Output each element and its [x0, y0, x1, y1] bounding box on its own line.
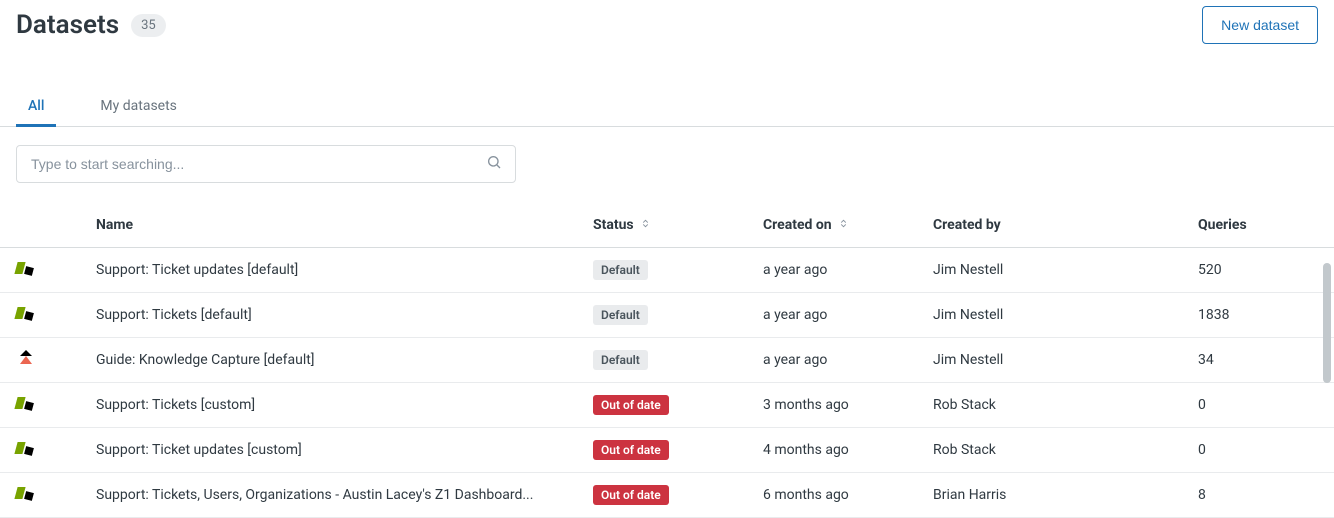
column-created-on-label: Created on — [763, 217, 832, 233]
table-header: Name Status Created on Created by Querie… — [0, 203, 1334, 248]
tab-all[interactable]: All — [16, 98, 56, 126]
created-on: a year ago — [763, 262, 933, 278]
table-row[interactable]: Support: Tickets [default]Default a year … — [0, 293, 1334, 338]
status-badge: Default — [593, 260, 648, 280]
new-dataset-button[interactable]: New dataset — [1202, 6, 1318, 44]
dataset-name: Guide: Knowledge Capture [default] — [96, 352, 593, 368]
column-name[interactable]: Name — [96, 217, 593, 233]
support-icon — [16, 483, 36, 503]
datasets-table: Name Status Created on Created by Querie… — [0, 203, 1334, 518]
table-row[interactable]: Support: Tickets, Users, Organizations -… — [0, 473, 1334, 518]
search-icon — [486, 154, 502, 174]
queries-count: 520 — [1198, 262, 1318, 278]
search-input[interactable] — [16, 145, 516, 183]
guide-icon — [16, 348, 36, 368]
support-icon — [16, 258, 36, 278]
dataset-name: Support: Ticket updates [custom] — [96, 442, 593, 458]
table-row[interactable]: Support: Ticket updates [custom]Out of d… — [0, 428, 1334, 473]
created-on: 3 months ago — [763, 397, 933, 413]
created-by: Jim Nestell — [933, 307, 1198, 323]
status-badge: Out of date — [593, 395, 669, 415]
created-on: a year ago — [763, 352, 933, 368]
status-badge: Default — [593, 350, 648, 370]
sort-icon — [640, 217, 651, 233]
dataset-name: Support: Tickets [custom] — [96, 397, 593, 413]
column-created-by[interactable]: Created by — [933, 217, 1198, 233]
queries-count: 0 — [1198, 442, 1318, 458]
queries-count: 0 — [1198, 397, 1318, 413]
status-badge: Out of date — [593, 440, 669, 460]
status-badge: Default — [593, 305, 648, 325]
column-created-on[interactable]: Created on — [763, 217, 933, 233]
queries-count: 34 — [1198, 352, 1318, 368]
column-status-label: Status — [593, 217, 634, 233]
column-status[interactable]: Status — [593, 217, 763, 233]
tabs: All My datasets — [0, 98, 1334, 127]
created-by: Jim Nestell — [933, 262, 1198, 278]
count-badge: 35 — [131, 14, 166, 37]
dataset-name: Support: Tickets, Users, Organizations -… — [96, 487, 593, 503]
created-by: Rob Stack — [933, 442, 1198, 458]
status-badge: Out of date — [593, 485, 669, 505]
table-row[interactable]: Support: Ticket updates [default]Default… — [0, 248, 1334, 293]
tab-my-datasets[interactable]: My datasets — [88, 98, 188, 126]
sort-icon — [838, 217, 849, 233]
dataset-name: Support: Tickets [default] — [96, 307, 593, 323]
support-icon — [16, 303, 36, 323]
created-by: Jim Nestell — [933, 352, 1198, 368]
queries-count: 8 — [1198, 487, 1318, 503]
created-by: Brian Harris — [933, 487, 1198, 503]
column-queries[interactable]: Queries — [1198, 217, 1318, 233]
created-on: 4 months ago — [763, 442, 933, 458]
created-by: Rob Stack — [933, 397, 1198, 413]
scrollbar-thumb[interactable] — [1323, 263, 1331, 383]
table-row[interactable]: Guide: Knowledge Capture [default]Defaul… — [0, 338, 1334, 383]
created-on: a year ago — [763, 307, 933, 323]
page-title: Datasets — [16, 10, 119, 40]
created-on: 6 months ago — [763, 487, 933, 503]
queries-count: 1838 — [1198, 307, 1318, 323]
table-row[interactable]: Support: Tickets [custom]Out of date 3 mo… — [0, 383, 1334, 428]
table-body: Support: Ticket updates [default]Default… — [0, 248, 1334, 518]
dataset-name: Support: Ticket updates [default] — [96, 262, 593, 278]
support-icon — [16, 393, 36, 413]
support-icon — [16, 438, 36, 458]
